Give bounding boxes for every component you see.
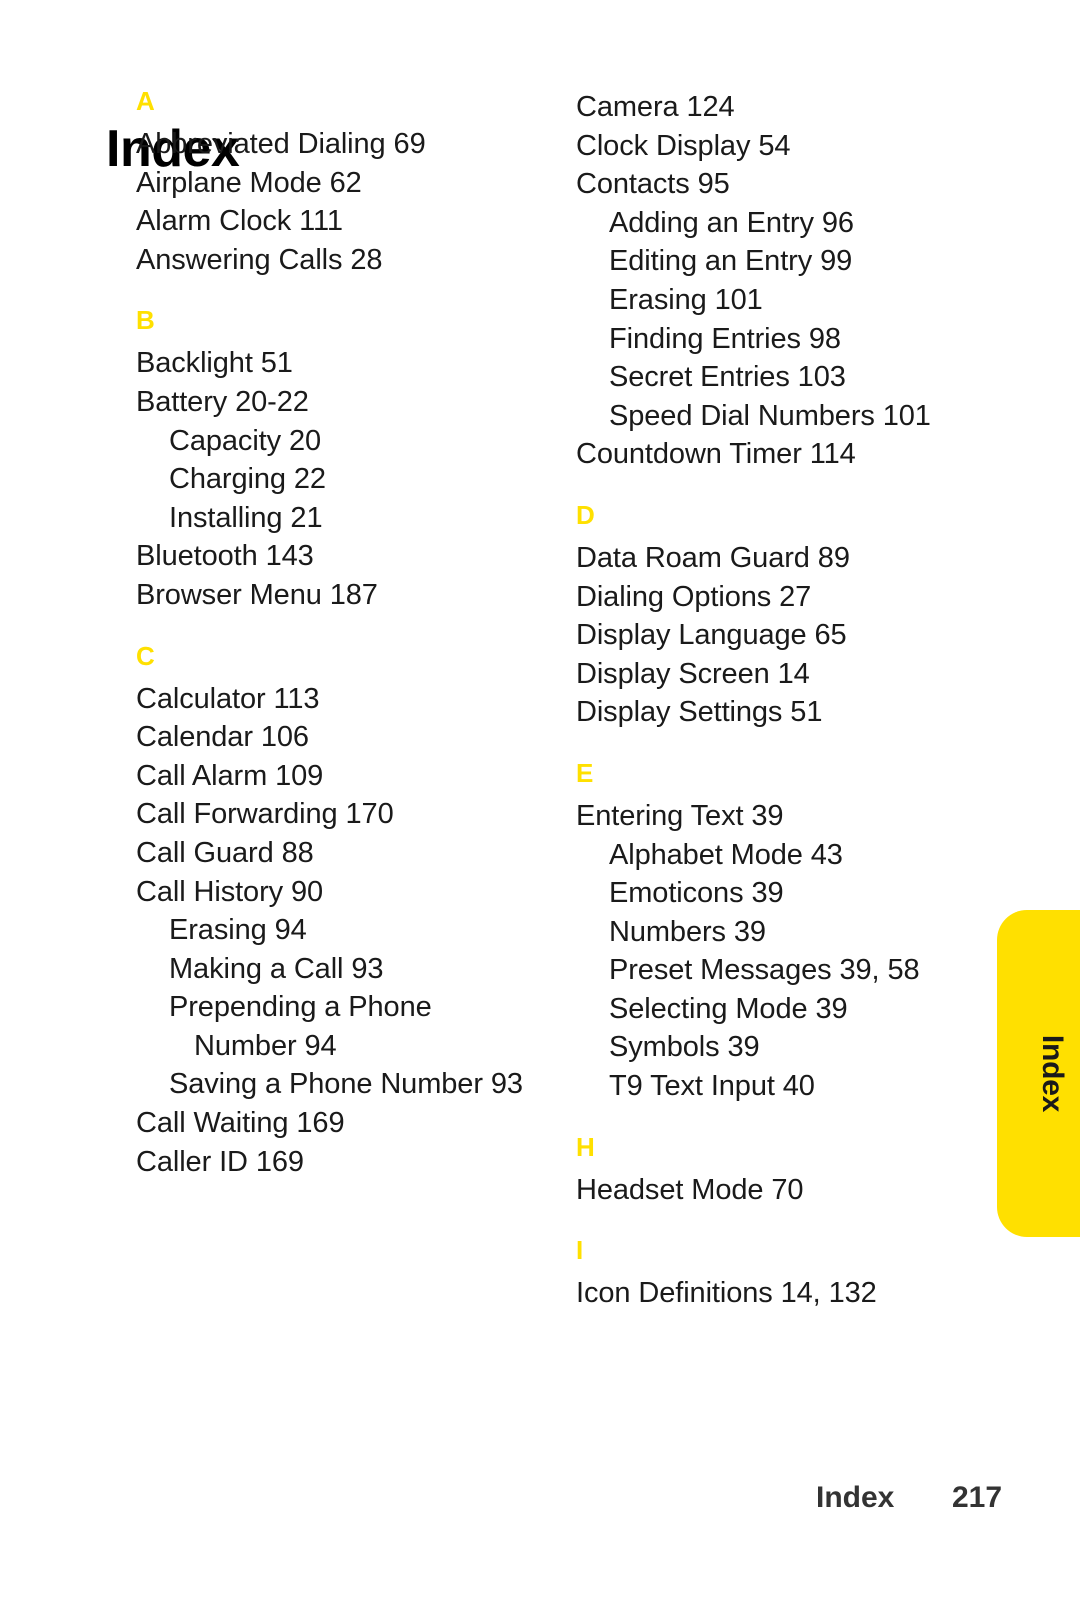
index-entry: Capacity 20 bbox=[169, 424, 322, 457]
index-entry: Editing an Entry 99 bbox=[609, 245, 853, 278]
index-entry: Dialing Options 27 bbox=[576, 580, 812, 613]
index-entry: Numbers 39 bbox=[609, 915, 766, 948]
index-section-d: D Data Roam Guard 89 Dialing Options 27 Dis… bbox=[576, 502, 976, 732]
side-thumb-tab: Index bbox=[997, 910, 1080, 1237]
index-entry: Saving a Phone Number 93 bbox=[169, 1068, 523, 1101]
index-entry: Installing 21 bbox=[169, 501, 323, 534]
index-section-b: B Backlight 51 Battery 20-22 Capacity 20 Cha… bbox=[136, 307, 536, 614]
index-entry: Browser Menu 187 bbox=[136, 578, 378, 611]
index-entry: Call Waiting 169 bbox=[136, 1107, 345, 1140]
index-entry: Finding Entries 98 bbox=[609, 322, 841, 355]
index-entry: Emoticons 39 bbox=[609, 877, 784, 910]
index-entry: Airplane Mode 62 bbox=[136, 166, 362, 199]
index-entry: Headset Mode 70 bbox=[576, 1173, 804, 1206]
index-entry: Bluetooth 143 bbox=[136, 540, 314, 573]
section-letter: I bbox=[576, 1235, 584, 1266]
index-entry: Data Roam Guard 89 bbox=[576, 541, 850, 574]
index-entry: Entering Text 39 bbox=[576, 799, 784, 832]
index-page: Index A Abbreviated Dialing 69 Airplane Mo… bbox=[0, 0, 1080, 1620]
index-column-right: Camera 124 Clock Display 54 Contacts 95 Add… bbox=[576, 88, 976, 1313]
index-entry: Call History 90 bbox=[136, 875, 324, 908]
index-entry: Battery 20-22 bbox=[136, 385, 309, 418]
page-footer: Index 217 bbox=[0, 1481, 1080, 1521]
index-section-a: A Abbreviated Dialing 69 Airplane Mode 62 A… bbox=[136, 88, 536, 279]
index-entry: Abbreviated Dialing 69 bbox=[136, 128, 426, 160]
index-entry: Display Settings 51 bbox=[576, 696, 823, 729]
index-entry: Calendar 106 bbox=[136, 721, 309, 754]
index-entry: Contacts 95 bbox=[576, 168, 730, 201]
index-entry: Call Guard 88 bbox=[136, 836, 314, 869]
section-letter: A bbox=[136, 86, 155, 116]
index-entry: Charging 22 bbox=[169, 463, 326, 496]
index-section-h: H Headset Mode 70 bbox=[576, 1134, 976, 1210]
footer-section-label: Index bbox=[816, 1481, 895, 1514]
index-section-c: C Calculator 113 Calendar 106 Call Alarm 10… bbox=[136, 643, 536, 1182]
index-entry: Countdown Timer 114 bbox=[576, 438, 856, 471]
index-entry: Clock Display 54 bbox=[576, 129, 791, 162]
index-entry: Adding an Entry 96 bbox=[609, 206, 854, 239]
section-letter: E bbox=[576, 757, 594, 788]
index-column-left: A Abbreviated Dialing 69 Airplane Mode 62 A… bbox=[136, 88, 536, 1181]
index-entry: Backlight 51 bbox=[136, 347, 293, 380]
index-entry: Secret Entries 103 bbox=[609, 361, 846, 394]
section-letter: C bbox=[136, 640, 155, 671]
index-entry: Prepending a Phone Number 94 bbox=[169, 991, 440, 1062]
index-entry: Alphabet Mode 43 bbox=[609, 838, 843, 871]
index-entry: Making a Call 93 bbox=[169, 952, 384, 985]
section-letter: B bbox=[136, 305, 155, 336]
section-letter: H bbox=[576, 1131, 595, 1162]
index-entry: Preset Messages 39, 58 bbox=[609, 954, 920, 987]
index-entry: Caller ID 169 bbox=[136, 1145, 304, 1178]
index-entry: Answering Calls 28 bbox=[136, 243, 383, 276]
index-entry: Speed Dial Numbers 101 bbox=[609, 399, 931, 432]
index-section: Camera 124 Clock Display 54 Contacts 95 Add… bbox=[576, 88, 976, 474]
footer-page-number: 217 bbox=[952, 1481, 1003, 1514]
index-entry: T9 Text Input 40 bbox=[609, 1070, 815, 1103]
index-section-i: I Icon Definitions 14, 132 bbox=[576, 1237, 976, 1313]
index-entry: Camera 124 bbox=[576, 91, 735, 123]
index-entry: Erasing 94 bbox=[169, 914, 307, 947]
index-entry: Erasing 101 bbox=[609, 283, 763, 316]
index-entry: Calculator 113 bbox=[136, 682, 320, 715]
index-entry: Icon Definitions 14, 132 bbox=[576, 1277, 877, 1310]
index-entry: Symbols 39 bbox=[609, 1031, 760, 1064]
index-entry: Selecting Mode 39 bbox=[609, 992, 848, 1025]
section-letter: D bbox=[576, 499, 595, 530]
index-entry: Display Language 65 bbox=[576, 619, 847, 652]
index-entry: Alarm Clock 111 bbox=[136, 205, 343, 238]
side-thumb-tab-label: Index bbox=[1036, 1034, 1069, 1113]
index-entry: Display Screen 14 bbox=[576, 657, 810, 690]
index-entry: Call Forwarding 170 bbox=[136, 798, 394, 831]
index-section-e: E Entering Text 39 Alphabet Mode 43 Emotico… bbox=[576, 760, 976, 1106]
index-entry: Call Alarm 109 bbox=[136, 759, 324, 792]
